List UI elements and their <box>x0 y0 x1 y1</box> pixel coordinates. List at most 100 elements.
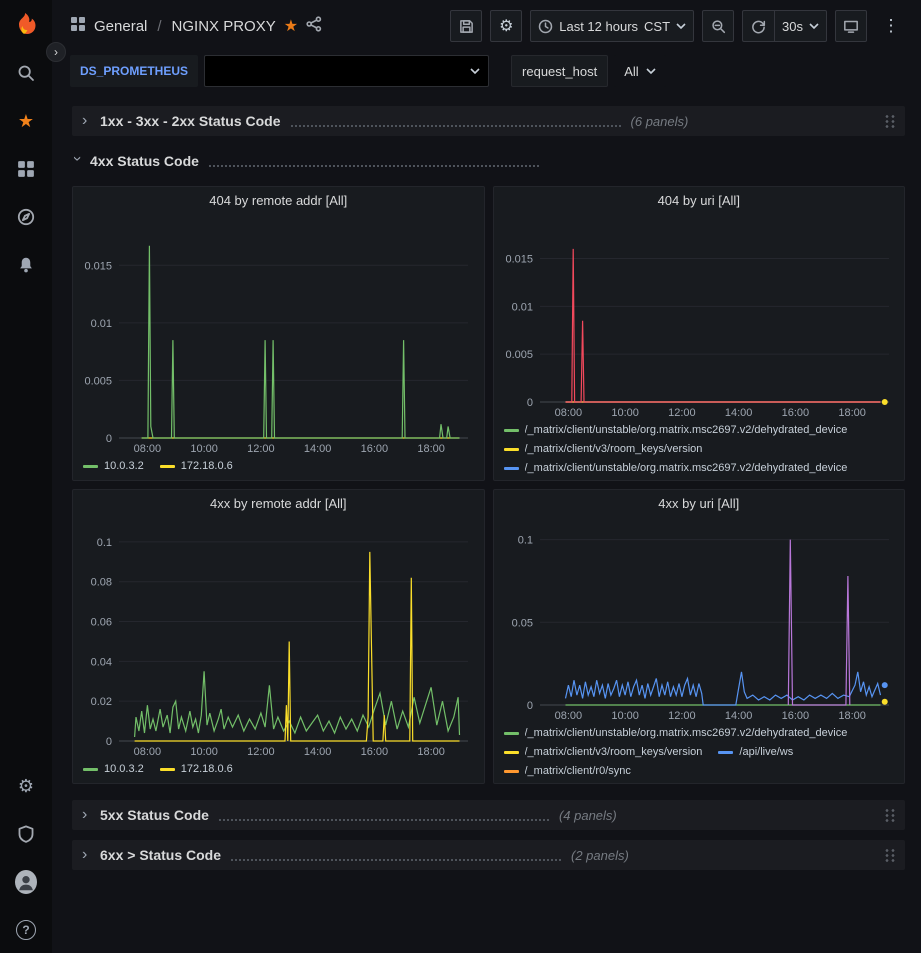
row-dots-leader <box>209 156 539 167</box>
legend-item[interactable]: 172.18.0.6 <box>160 761 233 777</box>
legend-item[interactable]: /_matrix/client/v3/room_keys/version <box>504 479 703 481</box>
svg-text:18:00: 18:00 <box>838 407 866 419</box>
panel-title[interactable]: 404 by remote addr [All] <box>73 187 484 213</box>
sidebar-expand-toggle[interactable]: › <box>46 42 66 62</box>
chevron-down-icon <box>809 23 819 30</box>
datasource-select[interactable] <box>204 55 489 87</box>
apps-grid-icon <box>70 16 86 36</box>
refresh-button-group: 30s <box>742 10 827 42</box>
svg-text:0.04: 0.04 <box>91 656 112 668</box>
svg-text:0: 0 <box>106 433 112 445</box>
panel-legend: 10.0.3.2 172.18.0.6 <box>73 759 484 783</box>
save-dashboard-button[interactable] <box>450 10 482 42</box>
share-icon[interactable] <box>306 16 322 36</box>
search-icon[interactable] <box>15 62 37 84</box>
row-collapse-chevron: › <box>82 112 92 130</box>
svg-text:0: 0 <box>106 736 112 748</box>
grafana-logo[interactable] <box>11 10 41 40</box>
row-5xx[interactable]: › 5xx Status Code (4 panels) <box>72 800 905 830</box>
svg-text:12:00: 12:00 <box>668 407 696 419</box>
legend-item[interactable]: 10.0.3.2 <box>83 458 144 474</box>
legend-item[interactable]: /_matrix/client/v3/room_keys/version <box>504 744 703 760</box>
svg-text:10:00: 10:00 <box>611 710 639 722</box>
legend-item[interactable]: 10.0.3.2 <box>83 761 144 777</box>
breadcrumb-separator: / <box>157 18 161 35</box>
server-admin-shield-icon[interactable] <box>15 823 37 845</box>
clock-icon <box>538 19 553 34</box>
legend-item[interactable]: /_matrix/client/r0/sync <box>504 763 631 779</box>
settings-gear-icon[interactable]: ⚙ <box>15 775 37 797</box>
panel-title[interactable]: 4xx by uri [All] <box>494 490 905 516</box>
svg-text:14:00: 14:00 <box>724 710 752 722</box>
tv-mode-button[interactable] <box>835 10 867 42</box>
row-panel-count: (6 panels) <box>631 114 689 129</box>
legend-item[interactable]: /_matrix/client/unstable/org.matrix.msc2… <box>504 782 848 784</box>
svg-text:0: 0 <box>526 397 532 409</box>
legend-item[interactable]: /_matrix/client/v3/room_keys/version <box>504 441 703 457</box>
row-4xx[interactable]: › 4xx Status Code <box>72 146 905 176</box>
request-host-select[interactable]: All <box>614 55 665 87</box>
time-series-chart[interactable]: 00.0050.010.01508:0010:0012:0014:0016:00… <box>496 215 899 420</box>
dashboards-grid-icon[interactable] <box>15 158 37 180</box>
user-avatar[interactable] <box>15 871 37 893</box>
datasource-variable-label[interactable]: DS_PROMETHEUS <box>70 55 198 87</box>
legend-item[interactable]: /_matrix/client/unstable/org.matrix.msc2… <box>504 725 848 741</box>
legend-item[interactable]: /sw.js <box>718 479 766 481</box>
panel-legend: 10.0.3.2 172.18.0.6 <box>73 456 484 480</box>
legend-swatch <box>160 465 175 468</box>
row-drag-handle[interactable] <box>883 807 895 823</box>
dashboard-title[interactable]: NGINX PROXY <box>172 18 276 35</box>
svg-text:0.015: 0.015 <box>505 253 533 265</box>
refresh-interval-dropdown[interactable]: 30s <box>774 10 827 42</box>
panel-4xx-by-uri: 4xx by uri [All] 00.050.108:0010:0012:00… <box>493 489 906 784</box>
legend-label: /_matrix/client/r0/sync <box>525 765 631 777</box>
svg-text:14:00: 14:00 <box>304 443 332 455</box>
svg-text:0.05: 0.05 <box>511 617 532 629</box>
legend-label: 172.18.0.6 <box>181 460 233 472</box>
legend-label: 172.18.0.6 <box>181 763 233 775</box>
kebab-menu-button[interactable]: ⋮ <box>875 10 907 42</box>
chevron-down-icon <box>676 23 686 30</box>
sidebar: ★ ⚙ ? <box>0 0 52 953</box>
svg-text:16:00: 16:00 <box>781 710 809 722</box>
svg-text:08:00: 08:00 <box>134 443 162 455</box>
legend-swatch <box>504 429 519 432</box>
alerting-bell-icon[interactable] <box>15 254 37 276</box>
row-dots-leader <box>219 810 549 821</box>
zoom-out-button[interactable] <box>702 10 734 42</box>
panel-404-by-remote-addr: 404 by remote addr [All] 00.0050.010.015… <box>72 186 485 481</box>
explore-compass-icon[interactable] <box>15 206 37 228</box>
row-drag-handle[interactable] <box>883 847 895 863</box>
row-1xx-3xx-2xx[interactable]: › 1xx - 3xx - 2xx Status Code (6 panels) <box>72 106 905 136</box>
legend-item[interactable]: 172.18.0.6 <box>160 458 233 474</box>
legend-swatch <box>504 448 519 451</box>
help-icon[interactable]: ? <box>15 919 37 941</box>
legend-swatch <box>504 467 519 470</box>
legend-label: 10.0.3.2 <box>104 763 144 775</box>
row-drag-handle[interactable] <box>883 113 895 129</box>
time-series-chart[interactable]: 00.0050.010.01508:0010:0012:0014:0016:00… <box>75 215 478 456</box>
svg-text:0.02: 0.02 <box>91 696 112 708</box>
svg-text:14:00: 14:00 <box>304 746 332 758</box>
row-6xx[interactable]: › 6xx > Status Code (2 panels) <box>72 840 905 870</box>
svg-text:0.06: 0.06 <box>91 617 112 629</box>
panel-title[interactable]: 404 by uri [All] <box>494 187 905 213</box>
legend-item[interactable]: /_matrix/client/unstable/org.matrix.msc2… <box>504 422 848 438</box>
request-host-variable-label[interactable]: request_host <box>511 55 608 87</box>
row-title: 6xx > Status Code <box>100 847 221 863</box>
breadcrumb-section[interactable]: General <box>94 18 147 35</box>
dashboard-content: › 1xx - 3xx - 2xx Status Code (6 panels)… <box>52 96 921 953</box>
svg-text:0.08: 0.08 <box>91 577 112 589</box>
legend-item[interactable]: /_matrix/client/unstable/org.matrix.msc2… <box>504 460 848 476</box>
time-series-chart[interactable]: 00.020.040.060.080.108:0010:0012:0014:00… <box>75 518 478 759</box>
panel-title[interactable]: 4xx by remote addr [All] <box>73 490 484 516</box>
refresh-button[interactable] <box>742 10 774 42</box>
svg-text:08:00: 08:00 <box>134 746 162 758</box>
dashboard-settings-button[interactable]: ⚙ <box>490 10 522 42</box>
time-series-chart[interactable]: 00.050.108:0010:0012:0014:0016:0018:00 <box>496 518 899 723</box>
svg-text:0.005: 0.005 <box>505 349 533 361</box>
starred-dashboards-icon[interactable]: ★ <box>15 110 37 132</box>
favorite-star-icon[interactable]: ★ <box>284 16 298 36</box>
legend-item[interactable]: /api/live/ws <box>718 744 793 760</box>
time-range-picker[interactable]: Last 12 hours CST <box>530 10 694 42</box>
